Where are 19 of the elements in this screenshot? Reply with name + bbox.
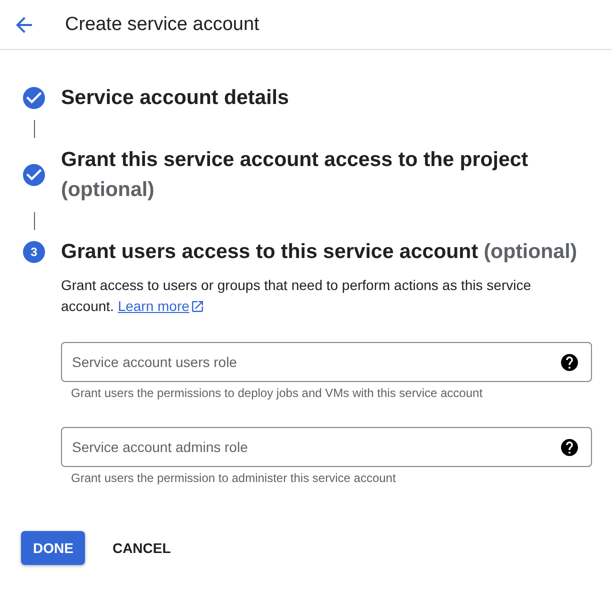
step-description: Grant access to users or groups that need to perform actions as this service account. Learn more [61, 276, 532, 316]
step-title: Grant this service account access to the project (optional) [61, 147, 530, 203]
page-title: Create service account [65, 14, 260, 36]
step-number: 3 [23, 241, 45, 263]
field-hint: Grant users the permission to administer this service account [71, 470, 397, 486]
learn-more-link[interactable]: Learn more [118, 298, 204, 314]
help-icon[interactable] [561, 354, 578, 370]
step-connector [34, 120, 35, 138]
step-connector [34, 212, 35, 230]
help-icon[interactable] [561, 438, 578, 456]
done-button[interactable]: DONE [21, 531, 86, 565]
cancel-button[interactable]: CANCEL [97, 531, 186, 565]
back-arrow-icon[interactable] [16, 16, 32, 32]
step-title: Grant users access to this service account (optional) [61, 239, 578, 265]
role-field[interactable]: Service account admins role [61, 427, 592, 467]
role-field[interactable]: Service account users role [61, 342, 592, 382]
field-hint: Grant users the permissions to deploy jobs and VMs with this service account [71, 385, 484, 401]
external-link-icon [192, 301, 204, 312]
step-title: Service account details [61, 85, 289, 111]
